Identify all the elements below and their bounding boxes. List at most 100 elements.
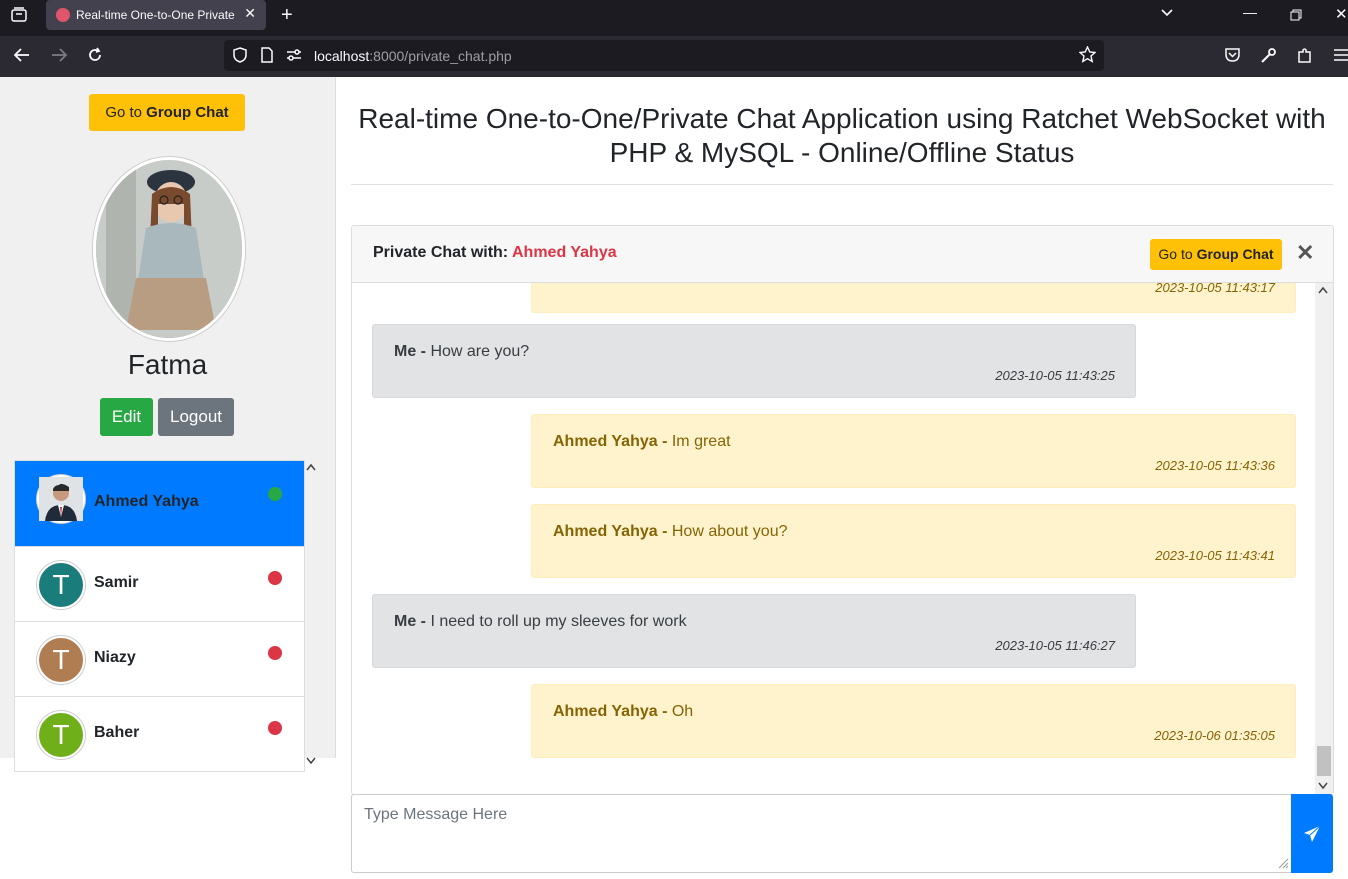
browser-tab-bar: Real-time One-to-One Private Chat ✕ + — … — [0, 0, 1348, 36]
chat-message: Ahmed Yahya - Oh 2023-10-06 01:35:05 — [531, 684, 1296, 758]
logout-button[interactable]: Logout — [158, 398, 234, 436]
message-time: 2023-10-05 11:43:25 — [995, 368, 1115, 383]
tab-list-chevron-icon[interactable] — [1160, 6, 1174, 23]
shield-icon[interactable] — [232, 47, 248, 68]
bookmark-star-icon[interactable] — [1078, 45, 1097, 68]
message-time: 2023-10-05 11:46:27 — [995, 638, 1115, 653]
page-title: Real-time One-to-One/Private Chat Applic… — [351, 102, 1333, 170]
group-chat-button-bold: Group Chat — [146, 104, 229, 121]
resize-handle-icon[interactable] — [1277, 857, 1289, 872]
chat-message: 2023-10-05 11:43:17 — [531, 283, 1296, 313]
offline-status-icon — [268, 571, 282, 585]
message-body: Ahmed Yahya - How about you? — [553, 523, 788, 540]
message-body: Me - How are you? — [394, 343, 530, 360]
wrench-icon[interactable] — [1260, 47, 1277, 69]
browser-nav-bar: localhost:8000/private_chat.php — [0, 36, 1348, 77]
chat-header-label: Private Chat with: Ahmed Yahya — [373, 244, 617, 262]
go-to-group-chat-button[interactable]: Go to Group Chat — [89, 94, 245, 131]
tab-title: Real-time One-to-One Private Chat — [76, 8, 236, 22]
message-sender: Ahmed Yahya — [553, 523, 658, 540]
message-input-placeholder: Type Message Here — [364, 806, 508, 823]
reload-icon[interactable] — [86, 46, 104, 69]
edit-profile-button[interactable]: Edit — [100, 398, 153, 436]
user-name: Ahmed Yahya — [94, 493, 199, 510]
page-icon — [260, 47, 274, 68]
tab-overview-icon[interactable] — [11, 7, 27, 28]
url-text[interactable]: localhost:8000/private_chat.php — [314, 48, 512, 64]
scroll-up-icon[interactable] — [1318, 285, 1328, 297]
chat-header: Private Chat with: Ahmed Yahya Go to Gro… — [352, 226, 1333, 283]
user-list-item-baher[interactable]: T Baher — [15, 696, 304, 771]
message-body: Ahmed Yahya - Oh — [553, 703, 694, 720]
pocket-icon[interactable] — [1224, 47, 1241, 68]
message-text: How about you? — [671, 523, 788, 540]
chat-card: Private Chat with: Ahmed Yahya Go to Gro… — [351, 225, 1334, 795]
extensions-icon[interactable] — [1296, 47, 1313, 69]
message-sender: Ahmed Yahya — [553, 433, 658, 450]
chat-peer-name: Ahmed Yahya — [511, 244, 617, 261]
message-time: 2023-10-05 11:43:17 — [1155, 283, 1275, 295]
new-tab-icon[interactable]: + — [281, 4, 293, 27]
scrollbar-thumb[interactable] — [1317, 746, 1331, 776]
chat-message: Me - I need to roll up my sleeves for wo… — [372, 594, 1136, 668]
back-icon[interactable] — [13, 46, 31, 69]
message-body: Me - I need to roll up my sleeves for wo… — [394, 613, 687, 630]
avatar: T — [37, 636, 85, 684]
page-title-line-1: Real-time One-to-One/Private Chat Applic… — [358, 103, 1326, 134]
user-list: Ahmed Yahya T Samir T Niazy T Baher — [14, 460, 305, 772]
url-path: :8000/private_chat.php — [369, 48, 512, 64]
current-username: Fatma — [127, 349, 208, 380]
user-list-item-samir[interactable]: T Samir — [15, 546, 304, 622]
menu-icon[interactable] — [1333, 47, 1348, 67]
paper-plane-icon — [1303, 822, 1321, 844]
scroll-down-icon[interactable] — [306, 756, 316, 768]
permissions-icon[interactable] — [286, 47, 302, 68]
url-host: localhost — [314, 48, 370, 64]
tab-close-icon[interactable]: ✕ — [244, 5, 256, 22]
address-bar[interactable]: localhost:8000/private_chat.php — [224, 40, 1104, 71]
minimize-icon[interactable]: — — [1243, 4, 1257, 20]
user-name: Samir — [94, 574, 139, 591]
user-list-item-ahmed-yahya[interactable]: Ahmed Yahya — [15, 461, 304, 547]
avatar: T — [37, 561, 85, 609]
profile-illustration — [96, 160, 242, 338]
favicon-icon — [56, 8, 70, 22]
scroll-up-icon[interactable] — [306, 462, 316, 474]
header-go-to-group-chat-button[interactable]: Go to Group Chat — [1150, 239, 1282, 270]
browser-tab[interactable]: Real-time One-to-One Private Chat ✕ — [46, 0, 266, 30]
title-divider — [351, 184, 1333, 185]
user-list-scrollbar[interactable] — [305, 460, 317, 770]
restore-icon[interactable] — [1290, 8, 1302, 26]
chat-with-label: Private Chat with: — [373, 244, 512, 261]
chat-message: Ahmed Yahya - How about you? 2023-10-05 … — [531, 504, 1296, 578]
close-window-icon[interactable]: ✕ — [1335, 5, 1348, 23]
chat-message: Me - How are you? 2023-10-05 11:43:25 — [372, 324, 1136, 398]
chat-scrollbar[interactable] — [1315, 283, 1333, 794]
chat-messages: 2023-10-05 11:43:17 Me - How are you? 20… — [352, 283, 1315, 794]
group-chat-button-bold: Group Chat — [1196, 246, 1274, 262]
user-name: Niazy — [94, 649, 136, 666]
send-button[interactable] — [1291, 794, 1333, 873]
message-time: 2023-10-05 11:43:41 — [1155, 548, 1275, 563]
message-text: I need to roll up my sleeves for work — [430, 613, 687, 630]
message-time: 2023-10-05 11:43:36 — [1155, 458, 1275, 473]
close-chat-icon[interactable]: ✕ — [1296, 240, 1314, 266]
avatar — [37, 475, 85, 523]
profile-avatar — [93, 157, 245, 341]
group-chat-button-prefix: Go to — [1158, 246, 1197, 262]
message-sender: Me — [394, 613, 417, 630]
forward-icon[interactable] — [50, 46, 68, 69]
group-chat-button-prefix: Go to — [105, 104, 147, 121]
message-input[interactable]: Type Message Here — [351, 794, 1292, 873]
page-title-line-2: PHP & MySQL - Online/Offline Status — [609, 137, 1075, 168]
message-sender: Me — [394, 343, 417, 360]
message-sender: Ahmed Yahya — [553, 703, 658, 720]
user-list-item-niazy[interactable]: T Niazy — [15, 621, 304, 697]
offline-status-icon — [268, 646, 282, 660]
user-name: Baher — [94, 724, 140, 741]
scroll-down-icon[interactable] — [1318, 781, 1328, 793]
message-time: 2023-10-06 01:35:05 — [1154, 728, 1275, 743]
message-text: Oh — [671, 703, 694, 720]
online-status-icon — [268, 487, 282, 501]
offline-status-icon — [268, 721, 282, 735]
